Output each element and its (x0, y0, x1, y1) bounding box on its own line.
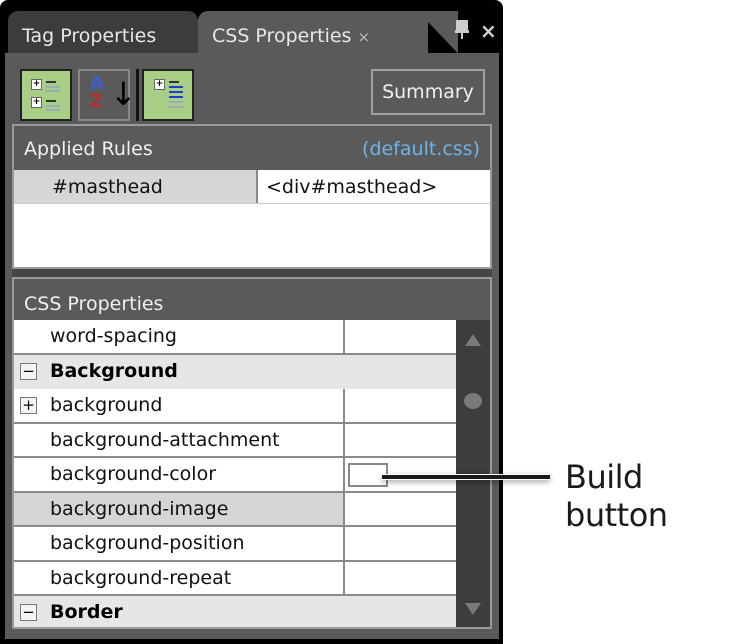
show-set-properties-on-top-button[interactable]: + (142, 69, 194, 121)
applied-rule-row[interactable]: #masthead <div#masthead> (14, 170, 490, 204)
rule-selector: #masthead (14, 170, 258, 203)
property-value[interactable] (345, 492, 456, 525)
expand-icon[interactable]: + (20, 397, 37, 414)
property-value[interactable] (345, 389, 456, 422)
category-background[interactable]: − Background (14, 354, 456, 389)
property-row-background-image[interactable]: background-image (14, 492, 456, 527)
callout-label: Build button (565, 458, 668, 534)
pane-splitter[interactable] (12, 269, 492, 277)
css-properties-pane: CSS Properties word-spacing − Background… (12, 277, 492, 629)
category-border[interactable]: − Border (14, 596, 456, 627)
property-row-background-attachment[interactable]: background-attachment (14, 423, 456, 458)
rule-element: <div#masthead> (266, 176, 438, 198)
tab-bar: Tag Properties CSS Properties × × (5, 5, 499, 53)
property-row-word-spacing[interactable]: word-spacing (14, 320, 456, 355)
scroll-down-arrow-icon[interactable] (465, 603, 481, 615)
property-name: background-attachment (14, 423, 345, 456)
applied-rules-title: Applied Rules (24, 138, 153, 160)
property-name: background-position (14, 527, 345, 560)
scroll-up-arrow-icon[interactable] (465, 334, 481, 346)
css-properties-header: CSS Properties (24, 293, 164, 315)
property-name: + background (14, 389, 345, 422)
summary-button[interactable]: Summary (371, 69, 485, 115)
property-name: word-spacing (14, 320, 345, 353)
callout-leader-line (382, 474, 550, 480)
tab-label: CSS Properties (212, 25, 352, 47)
show-categorized-list-button[interactable]: + + (20, 69, 72, 121)
property-value[interactable] (345, 320, 456, 353)
tab-css-properties[interactable]: CSS Properties × (198, 11, 428, 53)
property-value[interactable] (345, 423, 456, 456)
category-label: Border (50, 601, 123, 623)
tab-tag-properties[interactable]: Tag Properties (8, 11, 198, 53)
property-row-background-position[interactable]: background-position (14, 527, 456, 562)
tab-label: Tag Properties (22, 25, 157, 47)
rule-source-link[interactable]: (default.css) (362, 138, 480, 160)
applied-rules-header: Applied Rules (default.css) (14, 126, 490, 170)
collapse-icon[interactable]: − (20, 362, 37, 380)
tab-close-icon[interactable]: × (357, 28, 370, 46)
toolbar-separator (136, 69, 139, 121)
scroll-thumb[interactable] (464, 393, 482, 409)
close-icon[interactable]: × (480, 19, 497, 43)
property-row-background[interactable]: + background (14, 389, 456, 424)
property-name: background-image (14, 492, 345, 525)
pin-icon[interactable] (455, 18, 469, 40)
show-alphabetized-list-button[interactable]: A Z ↓ (78, 69, 137, 121)
property-value[interactable] (345, 561, 456, 594)
property-name: background-repeat (14, 561, 345, 594)
property-name: background-color (14, 458, 345, 491)
css-properties-panel: Tag Properties CSS Properties × × + + A … (0, 0, 503, 644)
collapse-icon[interactable]: − (20, 604, 37, 621)
toolbar: + + A Z ↓ + Summary (5, 53, 499, 129)
category-label: Background (50, 359, 178, 382)
property-row-background-repeat[interactable]: background-repeat (14, 561, 456, 596)
property-value[interactable] (345, 527, 456, 560)
applied-rules-pane: Applied Rules (default.css) #masthead <d… (12, 124, 492, 269)
